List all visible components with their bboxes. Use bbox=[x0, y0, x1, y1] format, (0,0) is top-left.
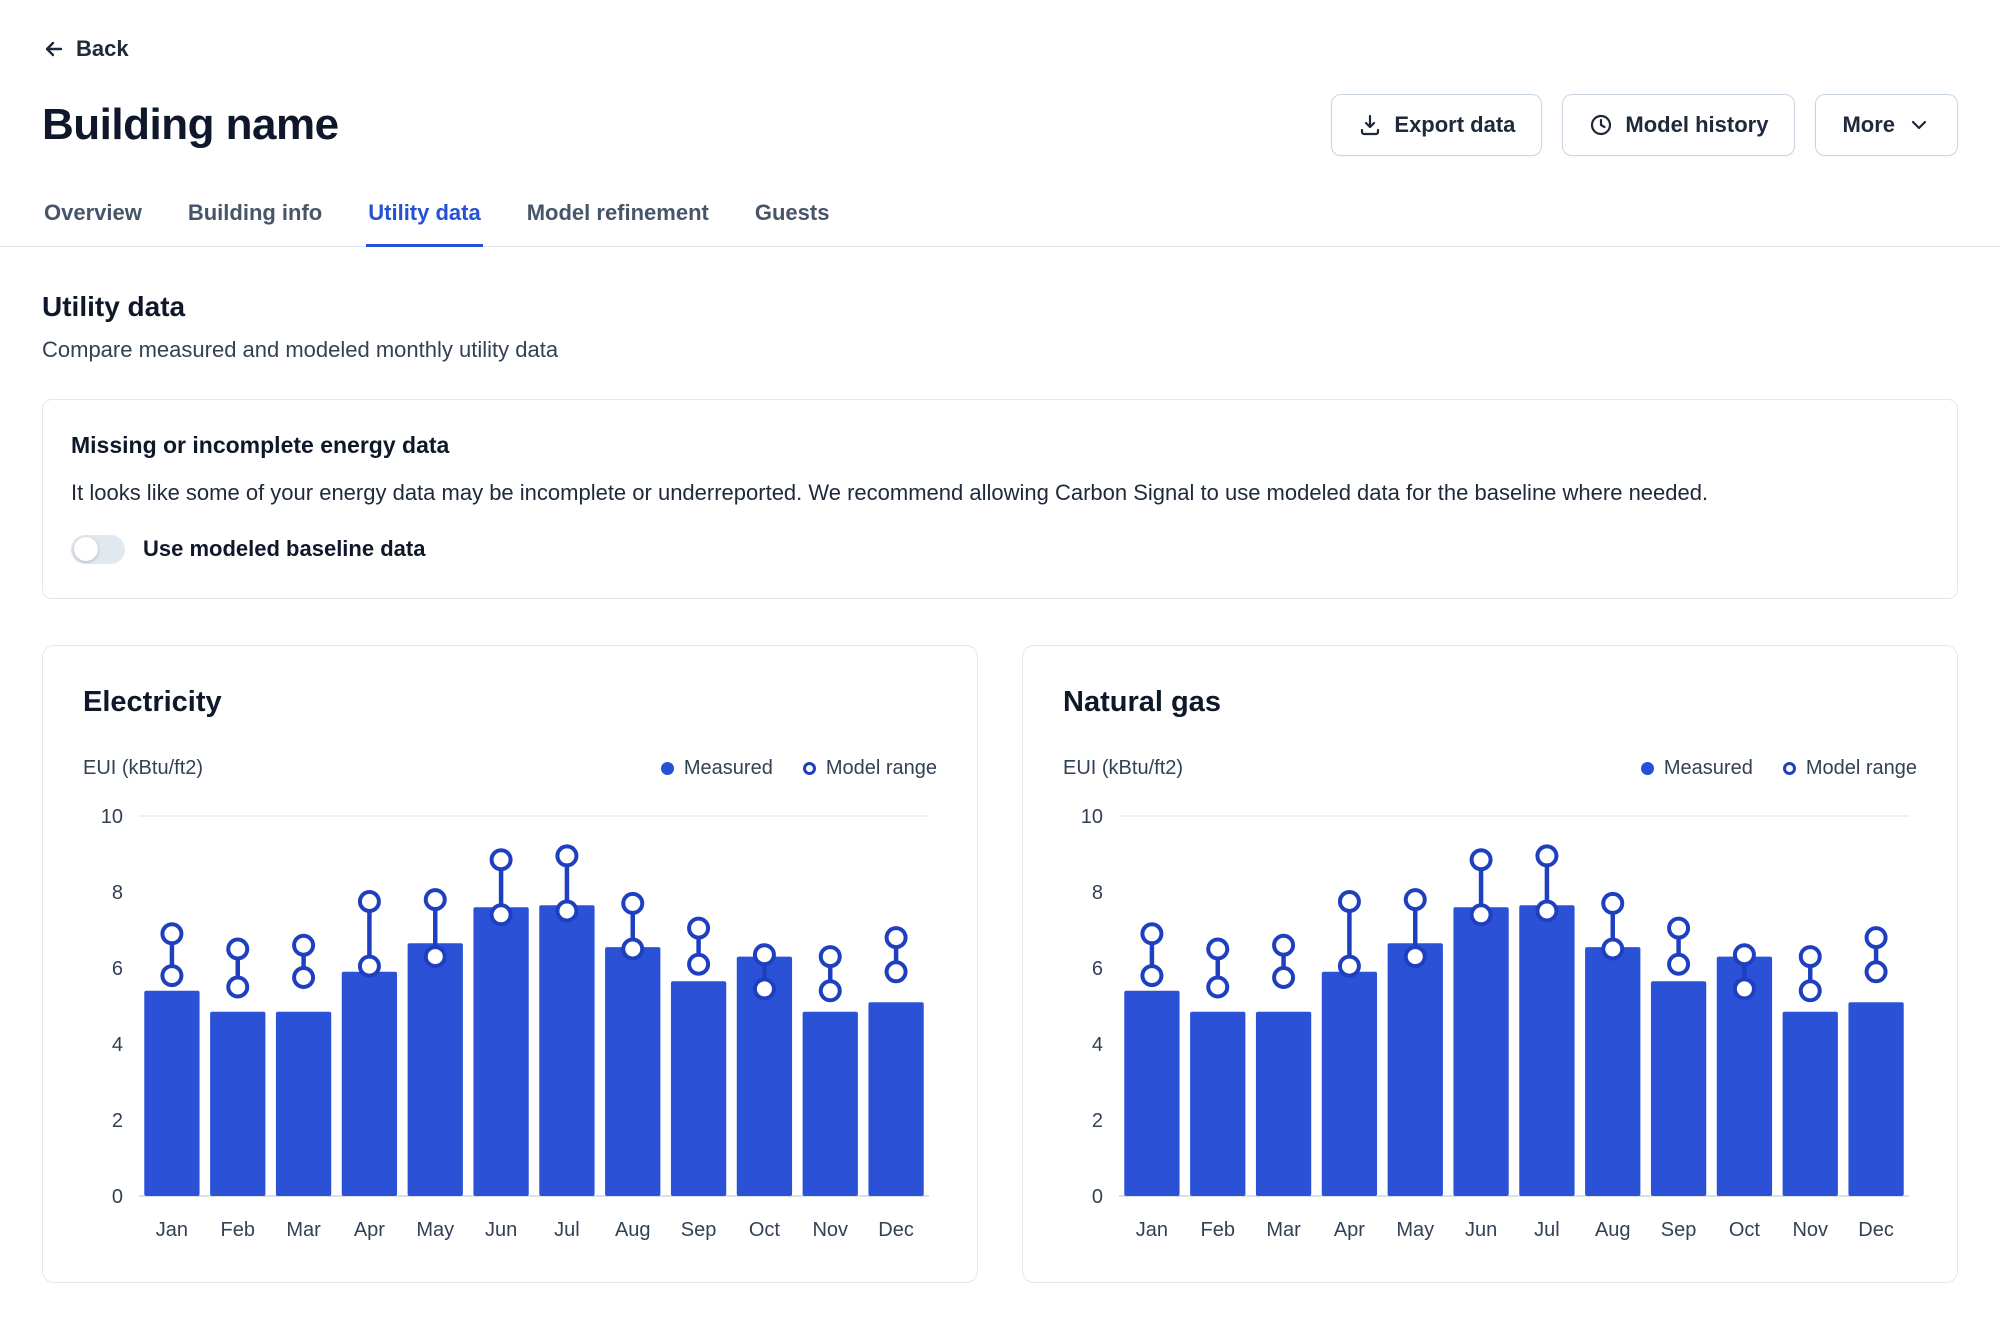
svg-text:Apr: Apr bbox=[1334, 1219, 1365, 1241]
svg-text:Jun: Jun bbox=[485, 1219, 517, 1241]
svg-text:Jul: Jul bbox=[554, 1219, 580, 1241]
svg-text:May: May bbox=[1396, 1219, 1434, 1241]
model-history-label: Model history bbox=[1625, 112, 1768, 138]
legend-item-model-range: Model range bbox=[1783, 757, 1917, 780]
section-subtitle: Compare measured and modeled monthly uti… bbox=[42, 337, 1958, 363]
measured-dot-icon bbox=[661, 762, 674, 775]
svg-text:4: 4 bbox=[112, 1034, 123, 1056]
tab-bar: Overview Building info Utility data Mode… bbox=[0, 190, 2000, 247]
svg-text:Apr: Apr bbox=[354, 1219, 385, 1241]
export-data-button[interactable]: Export data bbox=[1331, 94, 1542, 156]
electricity-chart: 0 2 4 6 8 10 Jan Feb Mar Apr May Jun Jul Aug Sep Oct Nov… bbox=[83, 794, 937, 1256]
svg-text:Nov: Nov bbox=[812, 1219, 848, 1241]
page-title: Building name bbox=[42, 100, 339, 150]
electricity-chart-card: Electricity EUI (kBtu/ft2) Measured Mode… bbox=[42, 645, 978, 1283]
back-button[interactable]: Back bbox=[42, 36, 129, 62]
tab-guests[interactable]: Guests bbox=[753, 190, 832, 247]
back-label: Back bbox=[76, 36, 129, 62]
svg-text:2: 2 bbox=[1092, 1110, 1103, 1132]
chart-meta-row: EUI (kBtu/ft2) Measured Model range bbox=[1063, 757, 1917, 780]
natural-gas-chart-card: Natural gas EUI (kBtu/ft2) Measured Mode… bbox=[1022, 645, 1958, 1283]
y-axis-label: EUI (kBtu/ft2) bbox=[83, 757, 203, 780]
alert-body: It looks like some of your energy data m… bbox=[71, 477, 1929, 509]
chart-cards: Electricity EUI (kBtu/ft2) Measured Mode… bbox=[42, 645, 1958, 1283]
svg-text:Feb: Feb bbox=[221, 1219, 255, 1241]
chart-legend: Measured Model range bbox=[1641, 757, 1917, 780]
model-history-button[interactable]: Model history bbox=[1562, 94, 1795, 156]
svg-text:Feb: Feb bbox=[1201, 1219, 1235, 1241]
svg-text:0: 0 bbox=[112, 1186, 123, 1208]
svg-text:4: 4 bbox=[1092, 1034, 1103, 1056]
y-axis-label: EUI (kBtu/ft2) bbox=[1063, 757, 1183, 780]
toggle-label: Use modeled baseline data bbox=[143, 536, 425, 562]
model-range-dot-icon bbox=[803, 762, 816, 775]
chart-meta-row: EUI (kBtu/ft2) Measured Model range bbox=[83, 757, 937, 780]
svg-text:2: 2 bbox=[112, 1110, 123, 1132]
legend-item-measured: Measured bbox=[1641, 757, 1753, 780]
svg-text:May: May bbox=[416, 1219, 454, 1241]
tab-utility-data[interactable]: Utility data bbox=[366, 190, 482, 247]
svg-text:Dec: Dec bbox=[878, 1219, 914, 1241]
tab-building-info[interactable]: Building info bbox=[186, 190, 324, 247]
svg-text:Aug: Aug bbox=[615, 1219, 651, 1241]
model-range-dot-icon bbox=[1783, 762, 1796, 775]
svg-text:Dec: Dec bbox=[1858, 1219, 1894, 1241]
arrow-left-icon bbox=[42, 37, 66, 61]
measured-dot-icon bbox=[1641, 762, 1654, 775]
header-actions: Export data Model history More bbox=[1331, 94, 1958, 156]
missing-data-alert: Missing or incomplete energy data It loo… bbox=[42, 399, 1958, 599]
more-button[interactable]: More bbox=[1815, 94, 1958, 156]
download-icon bbox=[1358, 113, 1382, 137]
chevron-down-icon bbox=[1907, 113, 1931, 137]
chart-legend: Measured Model range bbox=[661, 757, 937, 780]
section-title: Utility data bbox=[42, 291, 1958, 323]
title-row: Building name Export data Model history … bbox=[42, 94, 1958, 156]
svg-text:Mar: Mar bbox=[1266, 1219, 1301, 1241]
tab-overview[interactable]: Overview bbox=[42, 190, 144, 247]
legend-model-range-label: Model range bbox=[1806, 757, 1917, 780]
svg-text:Aug: Aug bbox=[1595, 1219, 1631, 1241]
more-label: More bbox=[1842, 112, 1895, 138]
export-data-label: Export data bbox=[1394, 112, 1515, 138]
svg-text:Jan: Jan bbox=[1136, 1219, 1168, 1241]
svg-text:8: 8 bbox=[1092, 882, 1103, 904]
svg-text:Nov: Nov bbox=[1792, 1219, 1828, 1241]
section-head: Utility data Compare measured and modele… bbox=[42, 291, 1958, 363]
svg-text:10: 10 bbox=[1081, 806, 1103, 828]
svg-text:Oct: Oct bbox=[749, 1219, 781, 1241]
tab-model-refinement[interactable]: Model refinement bbox=[525, 190, 711, 247]
legend-item-model-range: Model range bbox=[803, 757, 937, 780]
toggle-row: Use modeled baseline data bbox=[71, 535, 1929, 564]
natural-gas-chart: 0 2 4 6 8 10 Jan Feb Mar Apr May Jun Jul Aug Sep Oct Nov… bbox=[1063, 794, 1917, 1256]
svg-text:6: 6 bbox=[1092, 958, 1103, 980]
svg-text:Jan: Jan bbox=[156, 1219, 188, 1241]
svg-text:10: 10 bbox=[101, 806, 123, 828]
svg-text:Sep: Sep bbox=[1661, 1219, 1697, 1241]
svg-text:Oct: Oct bbox=[1729, 1219, 1761, 1241]
chart-title: Natural gas bbox=[1063, 686, 1917, 719]
legend-model-range-label: Model range bbox=[826, 757, 937, 780]
svg-text:6: 6 bbox=[112, 958, 123, 980]
svg-text:8: 8 bbox=[112, 882, 123, 904]
svg-text:Jul: Jul bbox=[1534, 1219, 1560, 1241]
svg-text:Sep: Sep bbox=[681, 1219, 717, 1241]
svg-text:Mar: Mar bbox=[286, 1219, 321, 1241]
use-modeled-baseline-toggle[interactable] bbox=[71, 535, 125, 564]
svg-text:Jun: Jun bbox=[1465, 1219, 1497, 1241]
legend-item-measured: Measured bbox=[661, 757, 773, 780]
svg-text:0: 0 bbox=[1092, 1186, 1103, 1208]
legend-measured-label: Measured bbox=[1664, 757, 1753, 780]
legend-measured-label: Measured bbox=[684, 757, 773, 780]
page: Back Building name Export data Model his… bbox=[0, 0, 2000, 1326]
chart-title: Electricity bbox=[83, 686, 937, 719]
alert-title: Missing or incomplete energy data bbox=[71, 432, 1929, 459]
clock-icon bbox=[1589, 113, 1613, 137]
toggle-knob bbox=[74, 537, 98, 561]
